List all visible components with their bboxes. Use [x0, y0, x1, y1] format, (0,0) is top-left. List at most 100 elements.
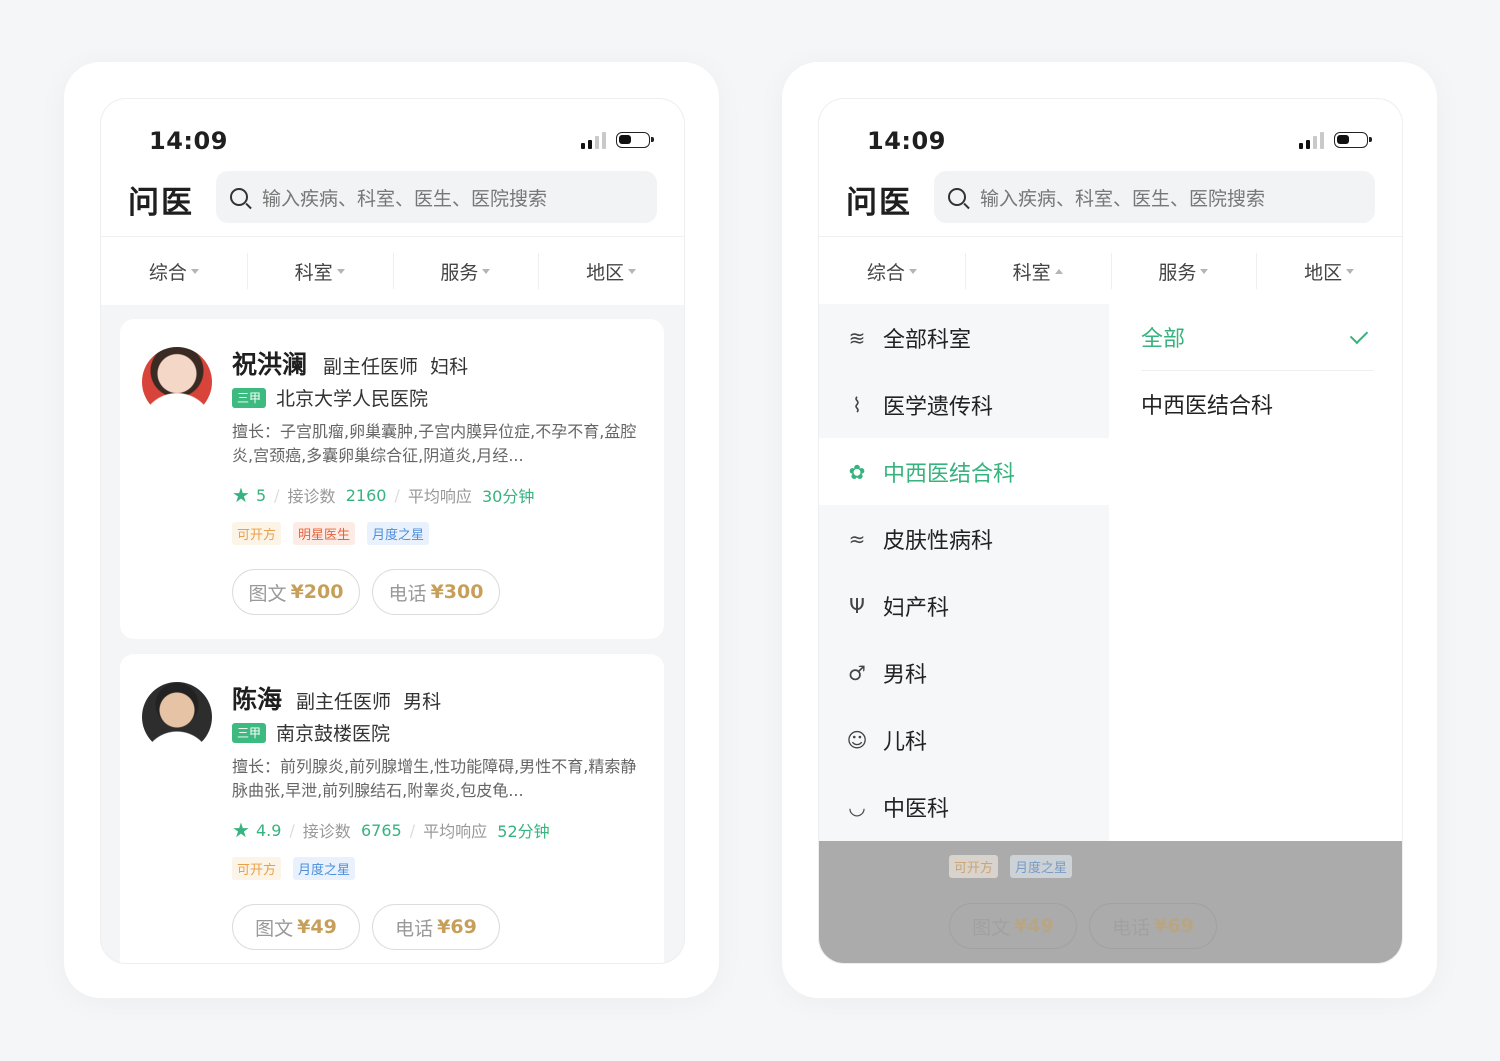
status-time: 14:09 — [149, 127, 228, 155]
doctor-tags: 可开方 明星医生 月度之星 — [232, 522, 430, 545]
doctor-specialty: 擅长：子宫肌瘤,卵巢囊肿,子宫内膜异位症,不孕不育,盆腔炎,宫颈癌,多囊卵巢综合… — [232, 422, 637, 465]
chevron-down-icon — [336, 268, 345, 274]
status-icons — [1299, 131, 1372, 149]
text-consult-button: 图文 ¥49 — [949, 903, 1077, 949]
battery-icon — [1334, 132, 1372, 148]
dept-item-all[interactable]: ≋ 全部科室 — [819, 304, 1109, 371]
left-showcase-panel: 14:09 问医 输入疾病、科室、医生、医院搜索 综合 科室 服务 地区 祝洪澜… — [64, 62, 719, 998]
signal-icon — [1299, 131, 1324, 149]
chevron-down-icon — [190, 268, 199, 274]
text-consult-button[interactable]: 图文 ¥200 — [232, 569, 360, 615]
tag-prescription: 可开方 — [949, 855, 999, 878]
battery-icon — [616, 132, 654, 148]
dept-item-tcm[interactable]: ◡ 中医科 — [819, 773, 1109, 840]
rating-value: 4.9 — [255, 820, 282, 840]
doctor-name: 陈海 — [232, 685, 283, 714]
dept-item-andrology[interactable]: ♂ 男科 — [819, 639, 1109, 706]
uterus-icon: Ψ — [849, 593, 865, 618]
skin-icon: ≈ — [848, 526, 866, 551]
tag-star-doctor: 明星医生 — [293, 522, 356, 545]
avatar — [142, 682, 212, 752]
search-input[interactable]: 输入疾病、科室、医生、医院搜索 — [934, 171, 1375, 223]
dept-item-integrated[interactable]: ✿ 中西医结合科 — [819, 438, 1109, 505]
subdept-item-integrated[interactable]: 中西医结合科 — [1141, 371, 1373, 437]
chevron-down-icon — [1346, 268, 1355, 274]
doctor-title: 副主任医师 男科 — [296, 691, 442, 713]
hospital-name: 北京大学人民医院 — [276, 388, 429, 410]
search-icon — [948, 188, 966, 206]
filter-service[interactable]: 服务 — [392, 237, 539, 305]
filter-service[interactable]: 服务 — [1110, 237, 1257, 305]
doctor-stats: ★ 4.9 / 接诊数 6765 / 平均响应 52分钟 — [232, 818, 550, 842]
mortar-icon: ◡ — [848, 794, 866, 819]
app-header: 14:09 问医 输入疾病、科室、医生、医院搜索 — [101, 99, 684, 236]
consult-label: 接诊数 — [287, 487, 336, 506]
dimmed-overlay[interactable]: 可开方 月度之星 图文 ¥49 电话 ¥69 — [819, 841, 1402, 963]
star-icon: ★ — [232, 483, 250, 507]
tag-monthly-star: 月度之星 — [367, 522, 430, 545]
dept-item-genetics[interactable]: ⌇ 医学遗传科 — [819, 371, 1109, 438]
chevron-up-icon — [1054, 268, 1063, 274]
search-placeholder: 输入疾病、科室、医生、医院搜索 — [262, 187, 548, 210]
app-header: 14:09 问医 输入疾病、科室、医生、医院搜索 — [819, 99, 1402, 236]
tag-monthly-star: 月度之星 — [293, 857, 356, 880]
response-label: 平均响应 — [423, 822, 488, 841]
chevron-down-icon — [482, 268, 491, 274]
filter-bar: 综合 科室 服务 地区 — [819, 236, 1402, 305]
phone-consult-button: 电话 ¥69 — [1089, 903, 1217, 949]
status-time: 14:09 — [867, 127, 946, 155]
filter-region[interactable]: 地区 — [1256, 237, 1402, 305]
male-icon: ♂ — [848, 660, 866, 685]
phone-screen-list: 14:09 问医 输入疾病、科室、医生、医院搜索 综合 科室 服务 地区 祝洪澜… — [100, 98, 685, 964]
chevron-down-icon — [908, 268, 917, 274]
consult-count: 2160 — [345, 485, 387, 505]
layers-icon: ≋ — [848, 325, 866, 350]
department-dropdown: ≋ 全部科室 ⌇ 医学遗传科 ✿ 中西医结合科 ≈ 皮肤性病科 Ψ 妇产科 ♂ … — [819, 304, 1402, 841]
response-label: 平均响应 — [407, 487, 472, 506]
filter-department[interactable]: 科室 — [246, 237, 393, 305]
text-consult-button[interactable]: 图文 ¥49 — [232, 904, 360, 950]
page-title: 问医 — [128, 185, 194, 221]
doctor-name: 祝洪澜 — [232, 350, 308, 379]
subdept-item-all[interactable]: 全部 — [1141, 304, 1373, 371]
doctor-tags: 可开方 月度之星 — [232, 857, 356, 880]
doctor-tags: 可开方 月度之星 — [949, 855, 1073, 878]
tag-prescription: 可开方 — [232, 522, 282, 545]
page-title: 问医 — [846, 185, 912, 221]
doctor-card[interactable]: 祝洪澜 副主任医师 妇科 三甲 北京大学人民医院 擅长：子宫肌瘤,卵巢囊肿,子宫… — [120, 319, 664, 639]
check-icon — [1349, 325, 1369, 345]
chevron-down-icon — [628, 268, 637, 274]
filter-bar: 综合 科室 服务 地区 — [101, 236, 684, 305]
hospital-grade-badge: 三甲 — [232, 723, 266, 743]
filter-department[interactable]: 科室 — [964, 237, 1111, 305]
phone-screen-department-filter: 14:09 问医 输入疾病、科室、医生、医院搜索 综合 科室 服务 地区 ≋ 全… — [818, 98, 1403, 964]
phone-consult-button[interactable]: 电话 ¥69 — [372, 904, 500, 950]
consult-count: 6765 — [360, 820, 402, 840]
dna-icon: ⌇ — [852, 392, 862, 417]
response-time: 52分钟 — [497, 822, 550, 841]
response-time: 30分钟 — [482, 487, 535, 506]
chevron-down-icon — [1200, 268, 1209, 274]
dept-item-pediatrics[interactable]: ☺ 儿科 — [819, 706, 1109, 773]
herb-icon: ✿ — [848, 459, 866, 484]
search-icon — [230, 188, 248, 206]
doctor-stats: ★ 5 / 接诊数 2160 / 平均响应 30分钟 — [232, 483, 535, 507]
filter-region[interactable]: 地区 — [538, 237, 684, 305]
status-icons — [581, 131, 654, 149]
rating-value: 5 — [255, 485, 267, 505]
phone-consult-button[interactable]: 电话 ¥300 — [372, 569, 500, 615]
tag-monthly-star: 月度之星 — [1010, 855, 1073, 878]
filter-comprehensive[interactable]: 综合 — [101, 237, 247, 305]
consult-label: 接诊数 — [302, 822, 351, 841]
doctor-title: 副主任医师 妇科 — [323, 356, 469, 378]
avatar — [142, 347, 212, 417]
dept-item-obstetrics[interactable]: Ψ 妇产科 — [819, 572, 1109, 639]
hospital-name: 南京鼓楼医院 — [276, 723, 391, 745]
doctor-card[interactable]: 陈海 副主任医师 男科 三甲 南京鼓楼医院 擅长：前列腺炎,前列腺增生,性功能障… — [120, 654, 664, 963]
doctor-specialty: 擅长：前列腺炎,前列腺增生,性功能障碍,男性不育,精索静脉曲张,早泄,前列腺结石… — [232, 757, 637, 800]
right-showcase-panel: 14:09 问医 输入疾病、科室、医生、医院搜索 综合 科室 服务 地区 ≋ 全… — [782, 62, 1437, 998]
tag-prescription: 可开方 — [232, 857, 282, 880]
filter-comprehensive[interactable]: 综合 — [819, 237, 965, 305]
dept-item-dermatology[interactable]: ≈ 皮肤性病科 — [819, 505, 1109, 572]
search-input[interactable]: 输入疾病、科室、医生、医院搜索 — [216, 171, 657, 223]
